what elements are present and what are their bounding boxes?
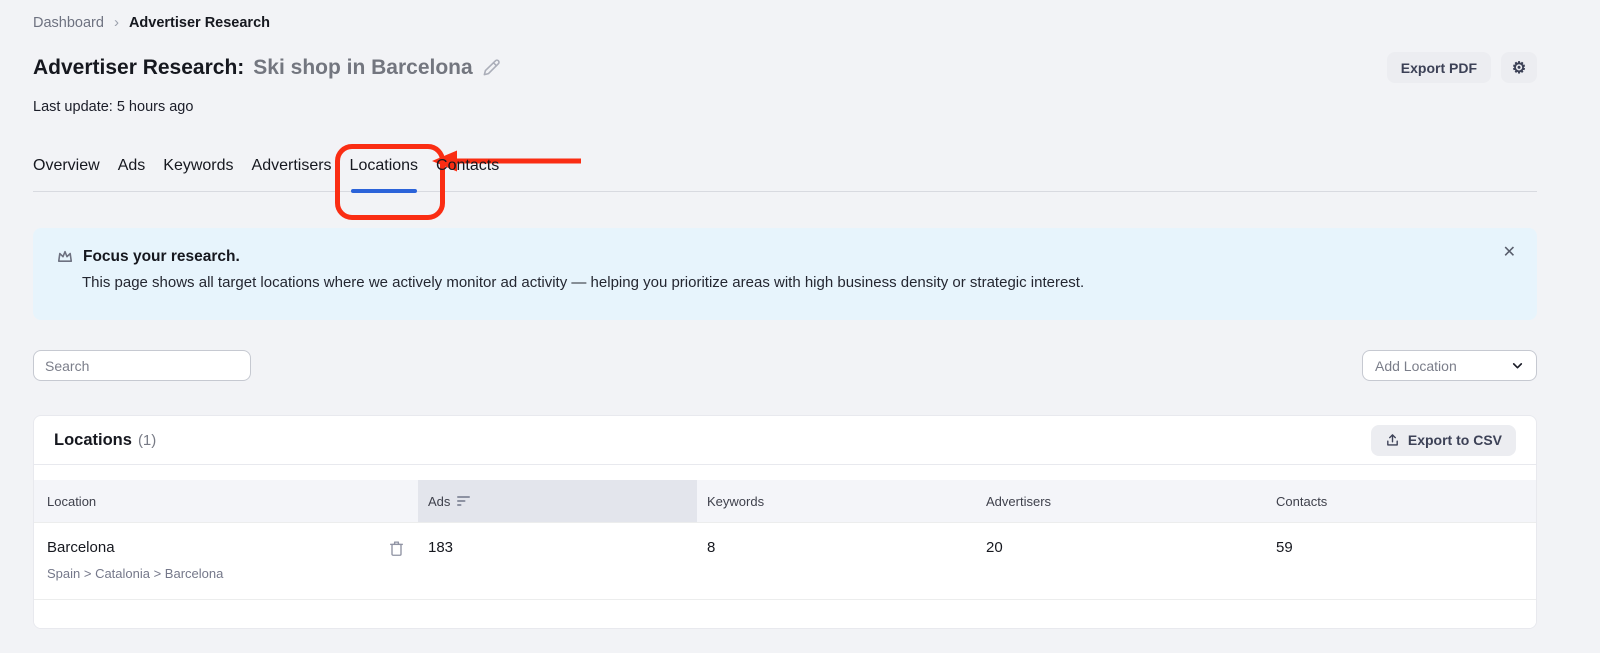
card-header: Locations (1) Export to CSV xyxy=(34,416,1536,465)
page: Dashboard › Advertiser Research Advertis… xyxy=(33,0,1537,629)
export-csv-label: Export to CSV xyxy=(1407,432,1502,448)
column-header-advertisers[interactable]: Advertisers xyxy=(976,480,1266,522)
add-location-dropdown[interactable]: Add Location xyxy=(1362,350,1537,381)
trash-icon[interactable] xyxy=(389,540,404,557)
last-update-text: Last update: 5 hours ago xyxy=(33,99,194,115)
toolbar: Add Location xyxy=(33,350,1537,381)
breadcrumb-current: Advertiser Research xyxy=(128,14,270,31)
add-location-label: Add Location xyxy=(1375,357,1457,374)
export-csv-button[interactable]: Export to CSV xyxy=(1370,424,1516,456)
page-title: Advertiser Research: xyxy=(33,55,245,79)
upload-icon xyxy=(1385,433,1400,448)
crown-icon xyxy=(55,247,75,267)
edit-pencil-icon[interactable] xyxy=(482,58,501,77)
contacts-value: 59 xyxy=(1276,539,1293,556)
column-header-keywords[interactable]: Keywords xyxy=(697,480,976,522)
project-name: Ski shop in Barcelona xyxy=(253,55,473,79)
location-path: Spain > Catalonia > Barcelona xyxy=(47,566,224,581)
card-count-badge: (1) xyxy=(137,431,157,449)
banner-title-row: Focus your research. xyxy=(55,247,1515,267)
breadcrumb: Dashboard › Advertiser Research xyxy=(33,14,1537,31)
breadcrumb-dashboard[interactable]: Dashboard xyxy=(33,15,104,31)
tab-contacts[interactable]: Contacts xyxy=(436,157,499,191)
keywords-value: 8 xyxy=(707,539,716,556)
tab-overview[interactable]: Overview xyxy=(33,157,100,191)
banner-body: This page shows all target locations whe… xyxy=(82,274,1085,291)
sort-descending-icon xyxy=(457,495,471,507)
gear-icon: ⚙ xyxy=(1511,59,1527,77)
tab-locations-label: Locations xyxy=(349,157,419,174)
settings-button[interactable]: ⚙ xyxy=(1501,52,1537,83)
card-title: Locations xyxy=(54,430,132,449)
export-pdf-button[interactable]: Export PDF xyxy=(1386,52,1491,83)
location-cell: Barcelona Spain > Catalonia > Barcelona xyxy=(34,523,418,599)
close-icon[interactable]: ✕ xyxy=(1503,245,1516,261)
location-name: Barcelona xyxy=(47,539,115,556)
tab-bar: Overview Ads Keywords Advertisers Locati… xyxy=(33,144,1537,220)
tab-advertisers[interactable]: Advertisers xyxy=(252,157,332,191)
annotation-red-box xyxy=(334,144,445,220)
card-footer xyxy=(34,599,1536,628)
location-cell-text: Barcelona Spain > Catalonia > Barcelona xyxy=(47,539,223,599)
title-actions: Export PDF ⚙ xyxy=(1386,52,1537,83)
info-banner: Focus your research. This page shows all… xyxy=(33,228,1537,320)
locations-card: Locations (1) Export to CSV Location Ads xyxy=(33,415,1537,629)
banner-title: Focus your research. xyxy=(83,248,240,265)
column-header-ads-label: Ads xyxy=(428,493,451,509)
table-header: Location Ads Keywords Advertisers Contac… xyxy=(34,480,1536,522)
ads-value: 183 xyxy=(428,539,454,556)
card-title-wrap: Locations (1) xyxy=(54,431,156,450)
tab-keywords[interactable]: Keywords xyxy=(163,157,233,191)
table-row: Barcelona Spain > Catalonia > Barcelona … xyxy=(34,522,1536,599)
column-header-ads[interactable]: Ads xyxy=(418,480,697,522)
search-input[interactable] xyxy=(33,350,251,381)
chevron-right-icon: › xyxy=(113,14,119,31)
advertisers-value: 20 xyxy=(986,539,1003,556)
tab-ads[interactable]: Ads xyxy=(118,157,146,191)
chevron-down-icon xyxy=(1511,359,1524,372)
title-group: Advertiser Research: Ski shop in Barcelo… xyxy=(33,56,501,80)
tab-locations[interactable]: Locations xyxy=(334,144,582,220)
table-spacer xyxy=(34,465,1536,480)
title-row: Advertiser Research: Ski shop in Barcelo… xyxy=(33,52,1537,83)
column-header-location[interactable]: Location xyxy=(34,480,418,522)
column-header-contacts[interactable]: Contacts xyxy=(1266,480,1536,522)
